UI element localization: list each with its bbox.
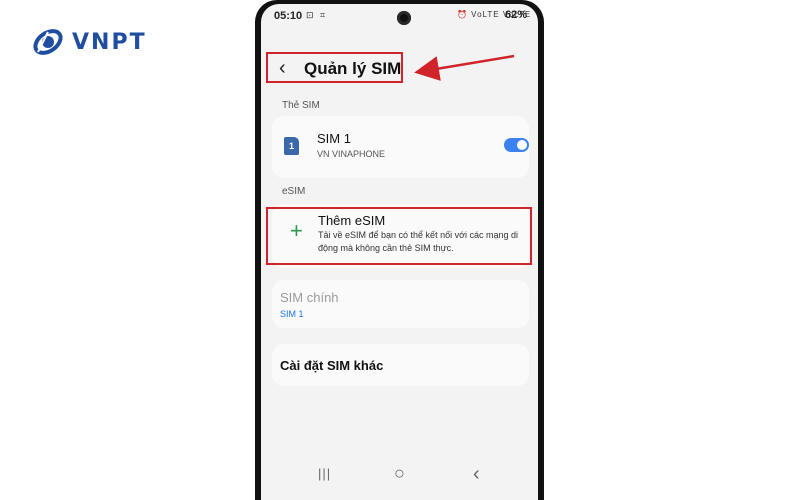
- annotation-arrow-icon: [414, 54, 515, 81]
